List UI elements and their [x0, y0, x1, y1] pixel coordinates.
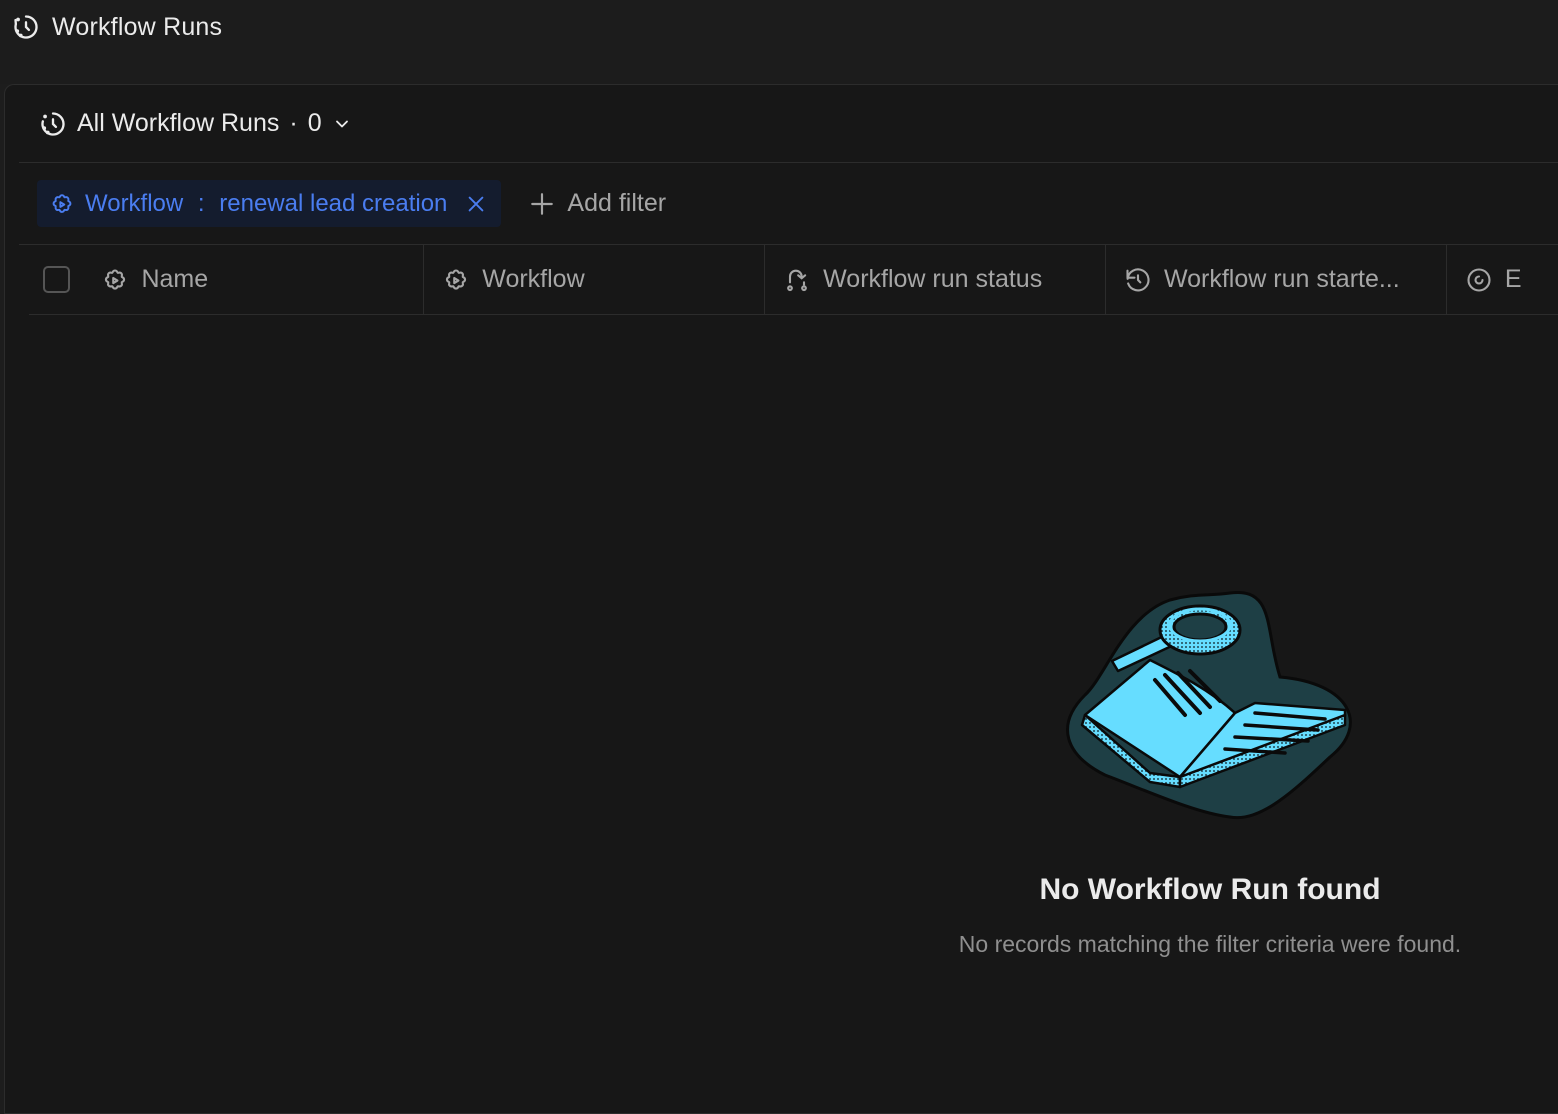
page-header: Workflow Runs [12, 12, 222, 42]
column-label: E [1504, 265, 1522, 293]
column-header-name[interactable]: Name [83, 245, 425, 314]
close-icon[interactable] [465, 193, 487, 215]
status-change-icon [783, 266, 811, 294]
select-all-checkbox[interactable] [42, 266, 70, 293]
table-header: Name Workflow Workflow run status Workfl… [29, 245, 1558, 315]
page-title: Workflow Runs [52, 12, 223, 41]
view-count: 0 [307, 109, 322, 137]
view-count-separator: · [289, 109, 298, 137]
filter-chip-workflow[interactable]: Workflow : renewal lead creation [37, 180, 502, 227]
column-header-run-status[interactable]: Workflow run status [765, 245, 1106, 314]
book-magnifier-illustration [1060, 585, 1360, 825]
settings-automation-icon [101, 266, 129, 294]
history-icon [12, 13, 40, 41]
column-header-run-started[interactable]: Workflow run starte... [1106, 245, 1447, 314]
target-icon [1465, 266, 1493, 294]
settings-automation-icon [49, 191, 75, 217]
chevron-down-icon[interactable] [332, 114, 352, 134]
filter-value: renewal lead creation [219, 189, 448, 217]
filter-separator: : [191, 189, 212, 217]
filter-bar: Workflow : renewal lead creation Add fil… [19, 163, 1558, 245]
empty-state: No Workflow Run found No records matchin… [880, 585, 1540, 958]
column-label: Workflow run status [823, 265, 1043, 293]
add-filter-label: Add filter [567, 189, 667, 217]
column-label: Name [141, 265, 209, 293]
empty-state-subtitle: No records matching the filter criteria … [958, 931, 1462, 957]
view-switcher[interactable]: All Workflow Runs · 0 [19, 85, 1558, 163]
history-icon [1124, 266, 1152, 294]
settings-automation-icon [442, 266, 470, 294]
select-all-cell [29, 245, 83, 314]
filter-field: Workflow [85, 189, 184, 217]
empty-state-title: No Workflow Run found [1039, 873, 1381, 906]
view-name[interactable]: All Workflow Runs [77, 109, 279, 138]
column-header-workflow[interactable]: Workflow [424, 245, 766, 314]
plus-icon [529, 191, 555, 217]
history-icon [39, 110, 67, 138]
top-bar: Workflow Runs [0, 0, 1558, 84]
column-header-partial[interactable]: E [1447, 245, 1558, 314]
add-filter-button[interactable]: Add filter [529, 189, 666, 218]
column-label: Workflow [482, 265, 585, 293]
column-label: Workflow run starte... [1163, 265, 1400, 293]
